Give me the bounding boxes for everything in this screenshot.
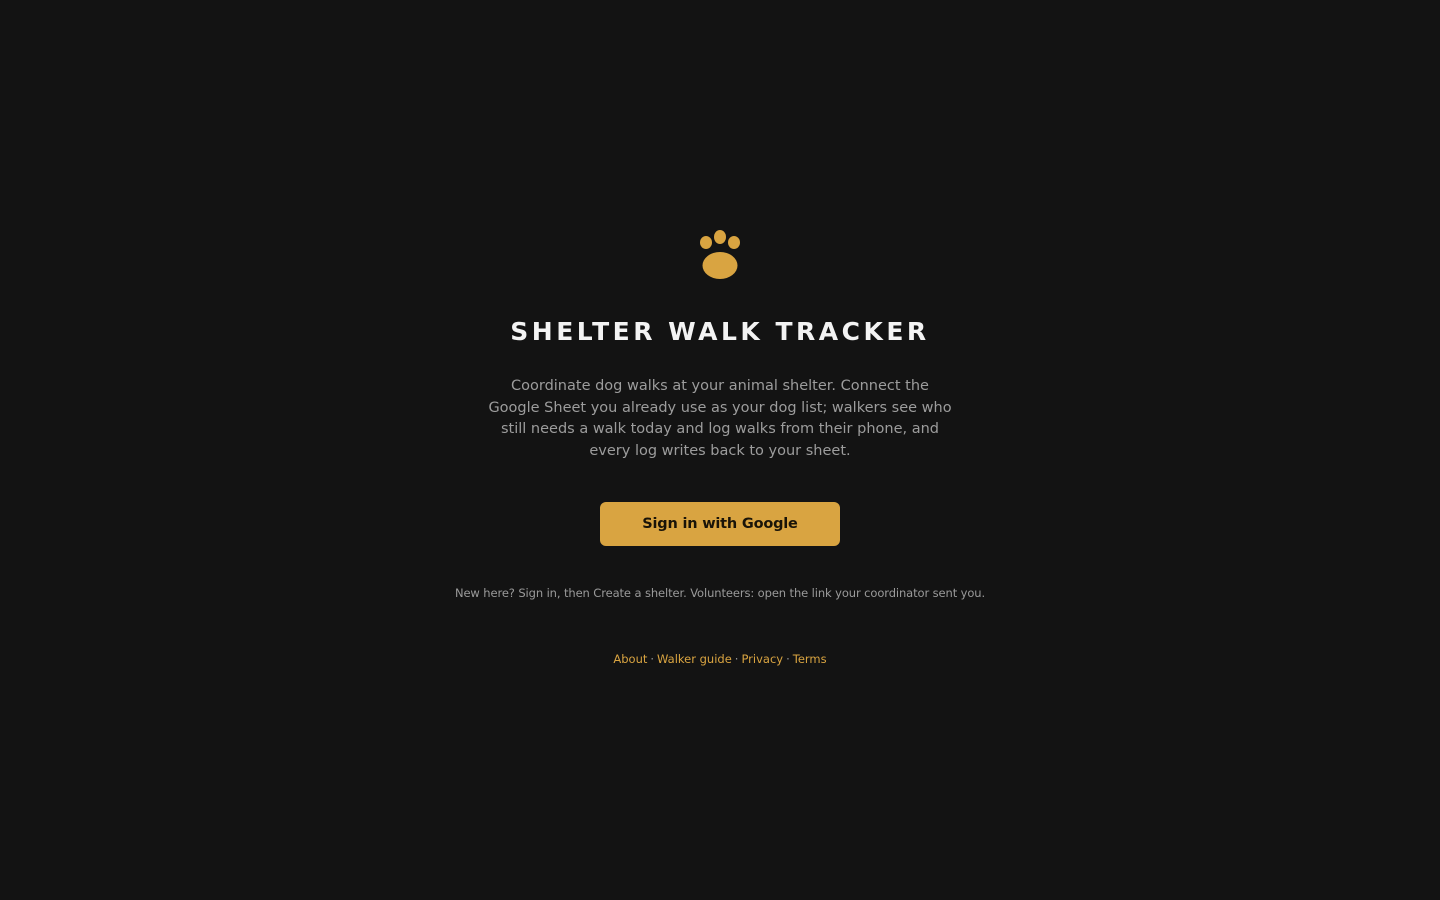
footer-separator: · [650, 652, 655, 666]
onboarding-help-text: New here? Sign in, then Create a shelter… [454, 586, 986, 600]
sign-in-with-google-button[interactable]: Sign in with Google [600, 502, 840, 546]
footer-link-privacy[interactable]: Privacy [741, 652, 783, 666]
landing-content: SHELTER WALK TRACKER Coordinate dog walk… [0, 228, 1440, 666]
landing-screen: SHELTER WALK TRACKER Coordinate dog walk… [0, 0, 1440, 900]
footer-separator: · [734, 652, 739, 666]
footer-link-terms[interactable]: Terms [793, 652, 827, 666]
app-description: Coordinate dog walks at your animal shel… [488, 378, 952, 459]
paw-icon [700, 230, 740, 279]
app-title: SHELTER WALK TRACKER [510, 317, 930, 346]
footer-link-walker-guide[interactable]: Walker guide [657, 652, 732, 666]
footer-separator: · [786, 652, 790, 666]
footer-link-about[interactable]: About [613, 652, 647, 666]
footer-links: About · Walker guide · Privacy · Terms [613, 652, 826, 666]
